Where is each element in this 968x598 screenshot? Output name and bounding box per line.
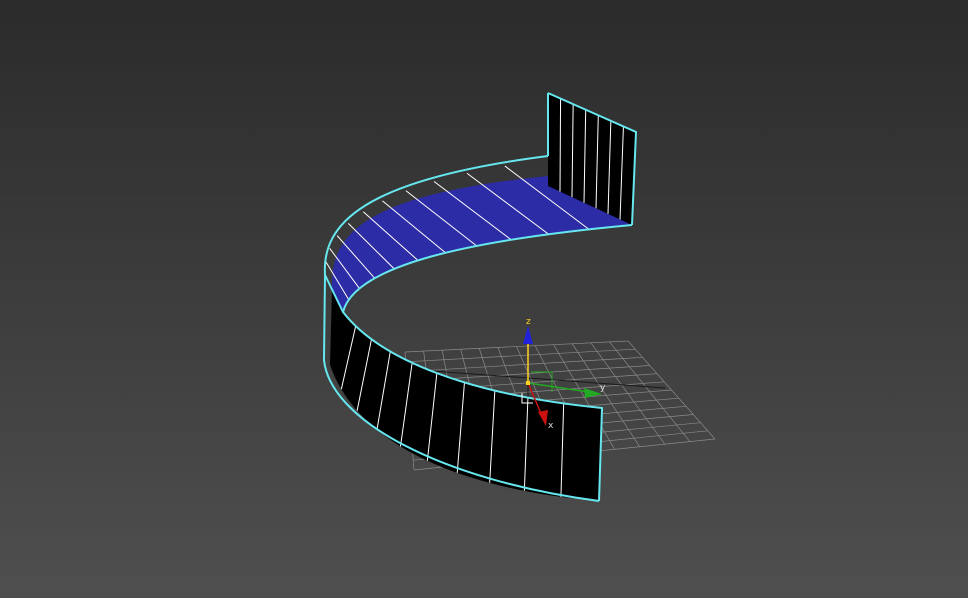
gizmo-z-arrow-icon[interactable]: [523, 326, 533, 344]
scene-canvas[interactable]: z y x: [0, 0, 968, 598]
viewport-perspective[interactable]: z y x: [0, 0, 968, 598]
grid-line: [609, 341, 691, 442]
curved-wall-object[interactable]: [322, 92, 638, 502]
gizmo-y-label: y: [600, 383, 606, 393]
wall-outer-face[interactable]: [330, 290, 602, 501]
gizmo-x-label: x: [548, 421, 554, 431]
grid-line: [627, 340, 716, 440]
gizmo-center-handle[interactable]: [526, 381, 530, 385]
gizmo-z-label: z: [526, 317, 531, 327]
wall-segment-line: [559, 98, 562, 192]
